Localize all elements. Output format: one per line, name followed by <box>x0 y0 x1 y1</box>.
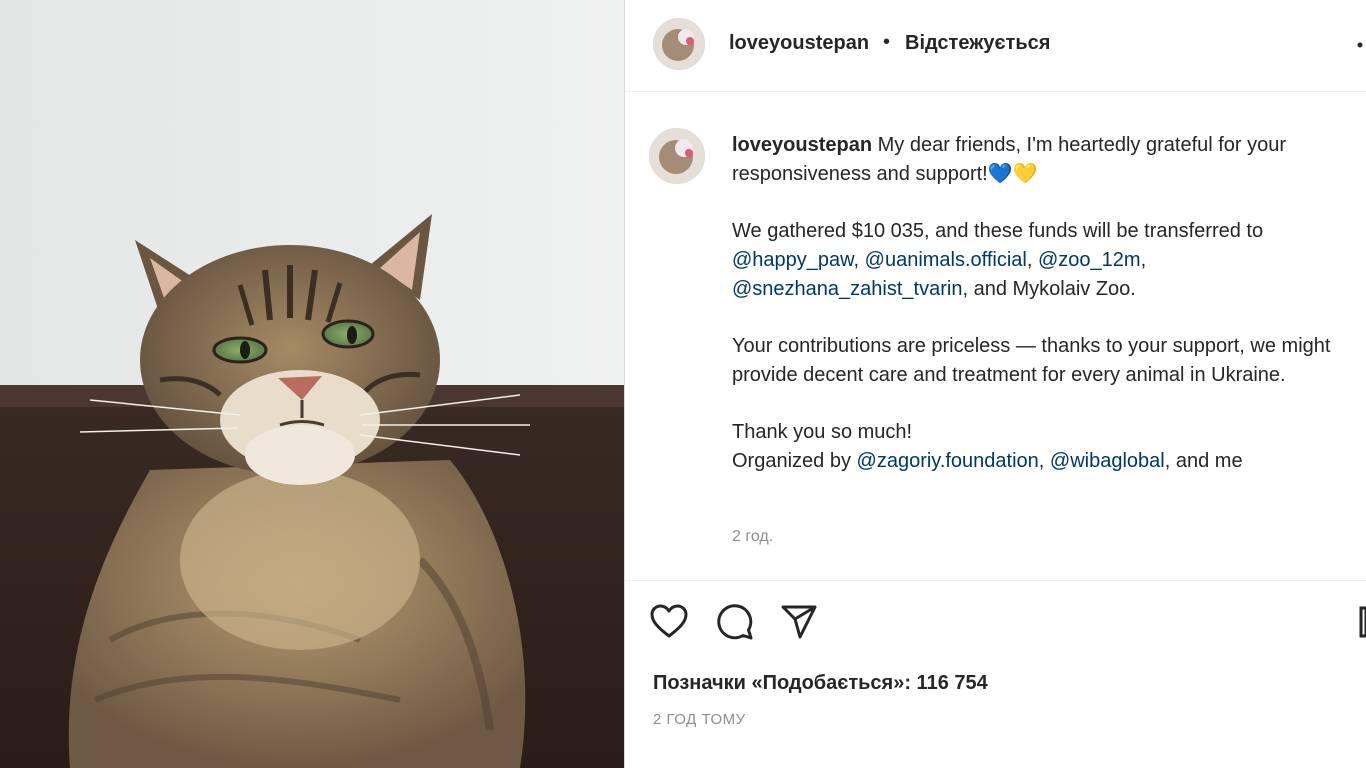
header-avatar[interactable] <box>653 18 705 70</box>
caption-paragraph: Thank you so much! Organized by @zagoriy.… <box>732 421 1243 472</box>
caption-avatar[interactable] <box>649 128 705 184</box>
caption-paragraph: Your contributions are priceless — thank… <box>732 332 1352 390</box>
cat-photo-image <box>0 0 624 768</box>
more-options-icon[interactable] <box>1357 38 1363 52</box>
caption-text: We gathered $10 035, and these funds wil… <box>732 220 1264 242</box>
caption-paragraph: loveyoustepan My dear friends, I'm heart… <box>732 131 1352 189</box>
caption-text: Thank you so much! <box>732 421 913 443</box>
avatar-image <box>650 129 704 183</box>
post-photo[interactable] <box>0 0 624 768</box>
mention-link[interactable]: @zoo_12m <box>1038 249 1141 271</box>
caption-username[interactable]: loveyoustepan <box>732 134 872 156</box>
heart-emojis: 💙💛 <box>987 163 1038 185</box>
mention-link[interactable]: @wibaglobal <box>1050 450 1165 472</box>
heart-icon[interactable] <box>649 602 689 642</box>
actions-divider <box>625 580 1366 582</box>
caption-text: , and Mykolaiv Zoo. <box>962 278 1136 300</box>
bookmark-icon[interactable] <box>1359 606 1366 638</box>
mention-link[interactable]: @snezhana_zahist_tvarin <box>732 278 962 300</box>
post-header: loveyoustepan • Відстежується <box>625 0 1366 92</box>
following-button[interactable]: Відстежується <box>905 32 1050 55</box>
caption-text: Organized by <box>732 450 851 472</box>
header-username[interactable]: loveyoustepan <box>729 32 869 55</box>
paper-plane-icon[interactable] <box>779 602 819 642</box>
caption-text: Your contributions are priceless — thank… <box>732 335 1331 386</box>
post-caption: loveyoustepan My dear friends, I'm heart… <box>732 131 1352 476</box>
post-timestamp[interactable]: 2 ГОД ТОМУ <box>653 711 746 728</box>
header-separator: • <box>883 31 891 53</box>
post-details-panel: loveyoustepan • Відстежується loveyouste… <box>624 0 1366 768</box>
caption-paragraph: We gathered $10 035, and these funds wil… <box>732 220 1264 300</box>
avatar-image <box>654 19 704 69</box>
comment-bubble-icon[interactable] <box>715 602 755 642</box>
mention-link[interactable]: @zagoriy.foundation <box>857 450 1039 472</box>
caption-timestamp[interactable]: 2 год. <box>732 528 773 546</box>
mention-link[interactable]: @happy_paw <box>732 249 854 271</box>
likes-count[interactable]: Позначки «Подобається»: 116 754 <box>653 672 988 695</box>
mention-link[interactable]: @uanimals.official <box>865 249 1027 271</box>
caption-text: , and me <box>1164 450 1243 472</box>
